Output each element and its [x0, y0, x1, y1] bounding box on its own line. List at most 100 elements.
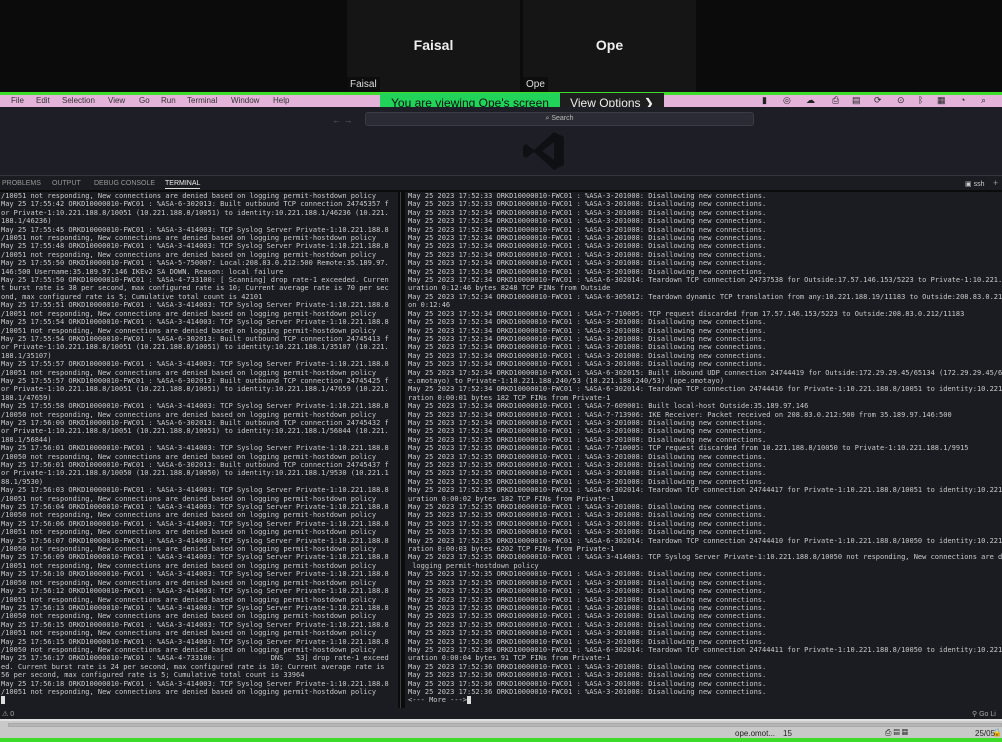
terminal-line: May 25 2023 17:52:35 ORKD10000010-FWC01 … — [408, 536, 1002, 545]
menu-help[interactable]: Help — [273, 96, 289, 105]
terminal-line: 188.1/46236) — [1, 217, 52, 226]
search-placeholder: Search — [551, 115, 574, 122]
go-live-label: Go Li — [979, 711, 996, 718]
tab-debug-console[interactable]: DEBUG CONSOLE — [94, 180, 155, 187]
terminal-line: May 25 17:56:07 ORKD10000010-FWC01 : %AS… — [1, 536, 389, 545]
terminal-line: logging permit-hostdown policy — [408, 561, 539, 570]
tab-problems[interactable]: PROBLEMS — [2, 180, 41, 187]
terminal-line: /10050 not responding, New connections a… — [1, 410, 377, 419]
terminal-line: May 25 17:56:09 ORKD10000010-FWC01 : %AS… — [1, 553, 389, 562]
terminal-line: May 25 2023 17:52:36 ORKD10000010-FWC01 … — [408, 645, 1002, 654]
menu-go[interactable]: Go — [139, 96, 150, 105]
terminal-line: /10051 not responding, New connections a… — [1, 234, 377, 243]
terminal-line: 188.1/56844) — [1, 435, 52, 444]
terminal-line: or Private-1:10.221.188.8/10050 (10.221.… — [1, 469, 389, 478]
nav-arrows[interactable]: ← → — [332, 115, 353, 125]
status-bar: ⚠ 0 ⚲ Go Li — [0, 708, 1002, 719]
terminal-line: May 25 17:55:57 ORKD10000010-FWC01 : %AS… — [1, 376, 389, 385]
command-search-box[interactable]: ⌕ Search — [365, 112, 754, 126]
terminal-line: May 25 2023 17:52:35 ORKD10000010-FWC01 … — [408, 603, 767, 612]
tab-terminal[interactable]: TERMINAL — [165, 180, 201, 189]
display-icon[interactable]: ▦ — [937, 95, 946, 106]
menu-window[interactable]: Window — [231, 96, 259, 105]
terminal-line: 188.1/35107) — [1, 351, 52, 360]
terminal-line: ond, max configured rate is 5; Cumulativ… — [1, 292, 263, 301]
tab-output[interactable]: OUTPUT — [52, 180, 81, 187]
terminal-line: May 25 2023 17:52:36 ORKD10000010-FWC01 … — [408, 679, 767, 688]
wifi-icon[interactable]: ◔ — [960, 95, 965, 105]
taskbar-date: 25/05 — [975, 729, 996, 738]
terminal-line: May 25 17:56:04 ORKD10000010-FWC01 : %AS… — [1, 503, 389, 512]
search-icon[interactable]: ⌕ — [981, 95, 986, 106]
participant-tile-faisal[interactable]: Faisal Faisal — [347, 0, 520, 92]
terminal-line: /10051 not responding, New connections a… — [1, 528, 377, 537]
terminal-split-divider[interactable] — [400, 192, 401, 708]
taskbar-tray-icons[interactable]: ⎙ ▤ ▦ — [885, 728, 908, 738]
menu-selection[interactable]: Selection — [62, 96, 95, 105]
terminal-line: May 25 2023 17:52:34 ORKD10000010-FWC01 … — [408, 267, 767, 276]
bluetooth-icon[interactable]: ᛒ — [918, 95, 923, 105]
go-live-button[interactable]: ⚲ Go Li — [972, 710, 996, 718]
play-circle-icon[interactable]: ⊙ — [897, 95, 905, 106]
menu-run[interactable]: Run — [161, 96, 176, 105]
terminal-line: May 25 2023 17:52:36 ORKD10000010-FWC01 … — [408, 637, 767, 646]
sync-icon[interactable]: ⟳ — [874, 95, 882, 106]
terminal-line: ration 0:00:03 bytes 6202 TCP FINs from … — [408, 545, 615, 554]
terminal-line: May 25 2023 17:52:35 ORKD10000010-FWC01 … — [408, 595, 767, 604]
terminal-line: on 0:12:46 — [408, 301, 451, 310]
terminal-line: May 25 2023 17:52:35 ORKD10000010-FWC01 … — [408, 511, 767, 520]
taskbar-user[interactable]: ope.omot... — [735, 729, 775, 738]
terminal-line: 188.1/47659) — [1, 393, 52, 402]
terminal-line: /10050 not responding, New connections a… — [1, 612, 377, 621]
terminal-line: May 25 17:56:00 ORKD10000010-FWC01 : %AS… — [1, 418, 389, 427]
participant-name: Ope — [595, 37, 624, 53]
terminal-left-pane[interactable]: /10051 not responding, New connections a… — [0, 192, 398, 708]
terminal-line: May 25 2023 17:52:35 ORKD10000010-FWC01 … — [408, 570, 767, 579]
play-icon[interactable]: ◎ — [783, 95, 791, 106]
terminal-line: May 25 2023 17:52:34 ORKD10000010-FWC01 … — [408, 360, 767, 369]
terminal-line: May 25 2023 17:52:35 ORKD10000010-FWC01 … — [408, 620, 767, 629]
terminal-line: ration 0:00:01 bytes 182 TCP FINs from P… — [408, 393, 611, 402]
menu-file[interactable]: File — [11, 96, 24, 105]
terminal-line: May 25 2023 17:52:34 ORKD10000010-FWC01 … — [408, 351, 767, 360]
terminal-line: /10051 not responding, New connections a… — [1, 687, 377, 696]
add-terminal-button[interactable]: + — [993, 178, 998, 188]
participant-tile-ope[interactable]: Ope Ope — [523, 0, 696, 92]
cloud-icon[interactable]: ☁ — [806, 95, 815, 106]
terminal-line: May 25 17:56:10 ORKD10000010-FWC01 : %AS… — [1, 570, 389, 579]
terminal-line: May 25 2023 17:52:35 ORKD10000010-FWC01 … — [408, 461, 767, 469]
clipboard-icon[interactable]: ▤ — [852, 95, 861, 106]
terminal-line: May 25 2023 17:52:34 ORKD10000010-FWC01 … — [408, 343, 767, 352]
participant-name: Faisal — [413, 37, 454, 53]
problems-count[interactable]: ⚠ 0 — [2, 710, 14, 718]
terminal-line: May 25 17:56:15 ORKD10000010-FWC01 : %AS… — [1, 637, 389, 646]
terminal-line: May 25 2023 17:52:34 ORKD10000010-FWC01 … — [408, 208, 767, 217]
panel-tabs: PROBLEMS OUTPUT DEBUG CONSOLE TERMINAL ▣… — [0, 175, 1002, 190]
terminal-line: May 25 17:55:54 ORKD10000010-FWC01 : %AS… — [1, 318, 389, 327]
menu-terminal[interactable]: Terminal — [187, 96, 217, 105]
terminal-line: May 25 17:56:13 ORKD10000010-FWC01 : %AS… — [1, 603, 389, 612]
terminal-line: May 25 17:55:54 ORKD10000010-FWC01 : %AS… — [1, 334, 389, 343]
vscode-logo-icon — [523, 132, 564, 170]
terminal-line: May 25 2023 17:52:35 ORKD10000010-FWC01 … — [408, 587, 767, 596]
menu-edit[interactable]: Edit — [36, 96, 50, 105]
terminal-line: /10051 not responding, New connections a… — [1, 368, 377, 377]
menu-view[interactable]: View — [108, 96, 125, 105]
terminal-line: or Private-1:10.221.188.8/10051 (10.221.… — [1, 208, 389, 217]
terminal-line: May 25 17:56:17 ORKD10000010-FWC01 : %AS… — [1, 654, 389, 663]
terminal-line: /10051 not responding, New connections a… — [1, 309, 377, 318]
shell-name: ssh — [973, 181, 985, 188]
battery-icon[interactable]: ▮ — [762, 95, 767, 106]
taskbar-progress-track — [8, 723, 1002, 727]
terminal-line: May 25 2023 17:52:33 ORKD10000010-FWC01 … — [408, 192, 767, 200]
terminal-line: May 25 2023 17:52:35 ORKD10000010-FWC01 … — [408, 503, 767, 512]
terminal-line: May 25 17:55:51 ORKD10000010-FWC01 : %AS… — [1, 301, 389, 310]
terminal-line: May 25 2023 17:52:35 ORKD10000010-FWC01 … — [408, 528, 767, 537]
terminal-line: May 25 17:55:42 ORKD10000010-FWC01 : %AS… — [1, 200, 389, 209]
terminal-right-pane[interactable]: May 25 2023 17:52:33 ORKD10000010-FWC01 … — [405, 192, 1002, 708]
share-border-bottom — [0, 738, 1002, 742]
terminal-cursor — [467, 696, 472, 705]
printer-icon[interactable]: ⎙ — [832, 95, 839, 106]
terminal-shell-selector[interactable]: ▣ ssh — [965, 180, 984, 188]
terminal-line: /10050 not responding, New connections a… — [1, 545, 377, 554]
